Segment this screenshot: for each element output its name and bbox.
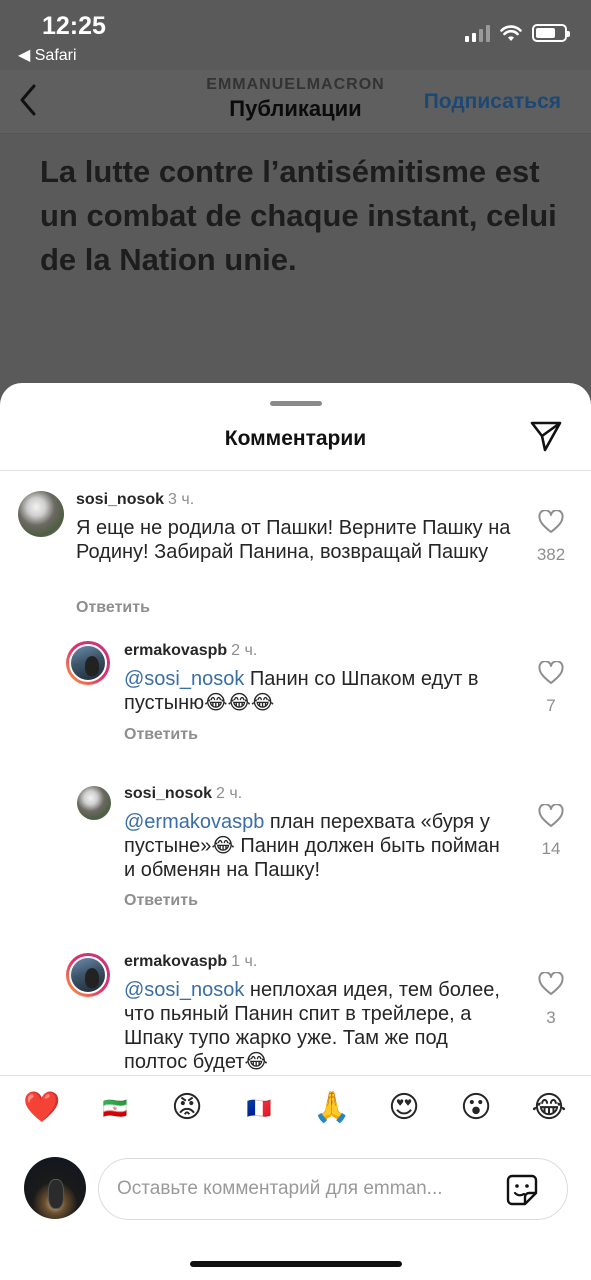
heart-icon[interactable]: [538, 661, 564, 685]
follow-button[interactable]: Подписаться: [424, 90, 561, 114]
reaction-angry-emoji[interactable]: 😡: [167, 1088, 207, 1128]
comment-header: ermakovaspb 1 ч.: [124, 953, 257, 971]
comment-header: ermakovaspb 2 ч.: [124, 642, 257, 660]
sheet-grabber-handle[interactable]: [270, 401, 322, 406]
post-text: La lutte contre l’antisémitisme est un c…: [40, 154, 557, 277]
comment-time: 1 ч.: [231, 953, 258, 970]
avatar[interactable]: [18, 491, 64, 537]
cellular-signal-icon: [465, 24, 490, 42]
comment-text: @sosi_nosok Панин со Шпаком едут в пусты…: [124, 667, 509, 715]
comment-time: 2 ч.: [231, 642, 258, 659]
comments-sheet: Комментарии sosi_nosok 3 ч. Я еще не роди…: [0, 383, 591, 1280]
comment-time: 3 ч.: [168, 491, 195, 508]
comment-text: @sosi_nosok неплохая идея, тем более, чт…: [124, 978, 509, 1074]
heart-icon[interactable]: [538, 804, 564, 828]
status-time: 12:25: [42, 12, 106, 40]
comment-header: sosi_nosok 3 ч.: [76, 491, 194, 509]
heart-icon[interactable]: [538, 972, 564, 996]
status-bar: 12:25 ◀ Safari: [0, 0, 591, 70]
like-count: 7: [546, 696, 556, 715]
comment-item: ermakovaspb 1 ч. @sosi_nosok неплохая иде…: [0, 948, 591, 1075]
home-indicator[interactable]: [190, 1261, 402, 1267]
background-post-page: 12:25 ◀ Safari EMMANUELMACRON Публикации…: [0, 0, 591, 400]
quick-reactions-bar: ❤️ 🇮🇷 😡 🇫🇷 🙏 😍 😮 😂: [0, 1075, 591, 1145]
heart-icon[interactable]: [538, 510, 564, 534]
status-icons: [465, 24, 570, 42]
reply-button[interactable]: Ответить: [76, 599, 150, 617]
comment-text: Я еще не родила от Пашки! Верните Пашку …: [76, 516, 516, 564]
comment-time: 2 ч.: [216, 785, 243, 802]
reaction-laughing-emoji[interactable]: 😂: [529, 1088, 569, 1128]
reply-button[interactable]: Ответить: [124, 726, 198, 744]
reaction-pray-emoji[interactable]: 🙏: [312, 1088, 352, 1128]
reaction-surprised-emoji[interactable]: 😮: [456, 1088, 496, 1128]
comment-username[interactable]: sosi_nosok: [124, 785, 212, 802]
comment-mention[interactable]: @sosi_nosok: [124, 979, 244, 1001]
comment-username[interactable]: sosi_nosok: [76, 491, 164, 508]
reaction-heart-emoji[interactable]: ❤️: [22, 1088, 62, 1128]
reaction-heart-eyes-emoji[interactable]: 😍: [384, 1088, 424, 1128]
nav-bar: EMMANUELMACRON Публикации Подписаться: [0, 70, 591, 134]
back-to-safari-link[interactable]: ◀ Safari: [18, 45, 77, 65]
comment-item: sosi_nosok 3 ч. Я еще не родила от Пашки!…: [0, 471, 591, 631]
comment-item: sosi_nosok 2 ч. @ermakovaspb план перехва…: [0, 781, 591, 951]
comment-composer: [0, 1145, 591, 1235]
comment-username[interactable]: ermakovaspb: [124, 642, 227, 659]
reaction-iran-flag-emoji[interactable]: 🇮🇷: [95, 1088, 135, 1128]
comment-input[interactable]: [117, 1159, 497, 1219]
like-count: 14: [541, 839, 561, 858]
current-user-avatar: [24, 1157, 86, 1219]
sheet-title: Комментарии: [224, 427, 367, 450]
battery-icon: [532, 24, 570, 42]
comment-mention[interactable]: @ermakovaspb: [124, 811, 264, 833]
avatar[interactable]: [77, 786, 111, 820]
reaction-france-flag-emoji[interactable]: 🇫🇷: [239, 1088, 279, 1128]
comment-input-container[interactable]: [98, 1158, 568, 1220]
avatar[interactable]: [66, 953, 110, 997]
comment-body: Я еще не родила от Пашки! Верните Пашку …: [76, 517, 511, 563]
comment-header: sosi_nosok 2 ч.: [124, 785, 242, 803]
comment-username[interactable]: ermakovaspb: [124, 953, 227, 970]
reply-button[interactable]: Ответить: [124, 892, 198, 910]
share-send-icon[interactable]: [529, 419, 563, 453]
sticker-icon[interactable]: [505, 1173, 539, 1207]
like-count: 382: [536, 545, 566, 564]
wifi-icon: [500, 24, 522, 41]
comment-text: @ermakovaspb план перехвата «буря у пуст…: [124, 810, 509, 882]
avatar[interactable]: [66, 641, 110, 685]
comments-list[interactable]: sosi_nosok 3 ч. Я еще не родила от Пашки!…: [0, 471, 591, 1075]
comment-item: ermakovaspb 2 ч. @sosi_nosok Панин со Шпа…: [0, 636, 591, 786]
comment-mention[interactable]: @sosi_nosok: [124, 668, 244, 690]
like-count: 3: [546, 1008, 556, 1027]
